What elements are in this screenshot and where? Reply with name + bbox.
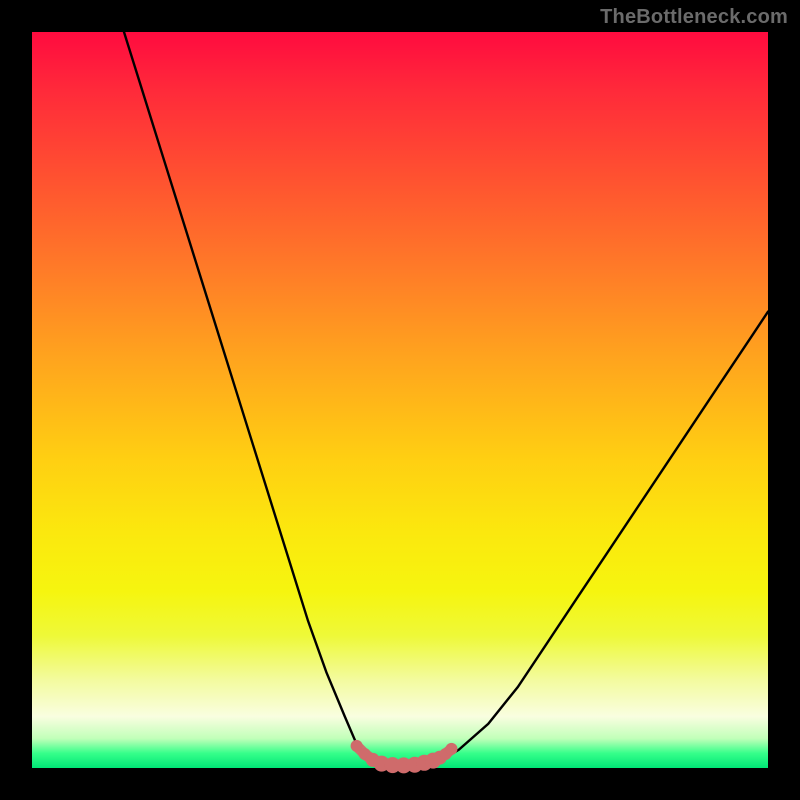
bottleneck-curve-svg bbox=[32, 32, 768, 768]
marker-group bbox=[351, 740, 458, 774]
floor-marker-dot bbox=[446, 743, 458, 755]
watermark-text: TheBottleneck.com bbox=[600, 6, 788, 29]
curve-group bbox=[124, 32, 768, 766]
chart-frame: TheBottleneck.com bbox=[0, 0, 800, 800]
chart-plot-area bbox=[32, 32, 768, 768]
bottleneck-curve-path bbox=[124, 32, 768, 766]
